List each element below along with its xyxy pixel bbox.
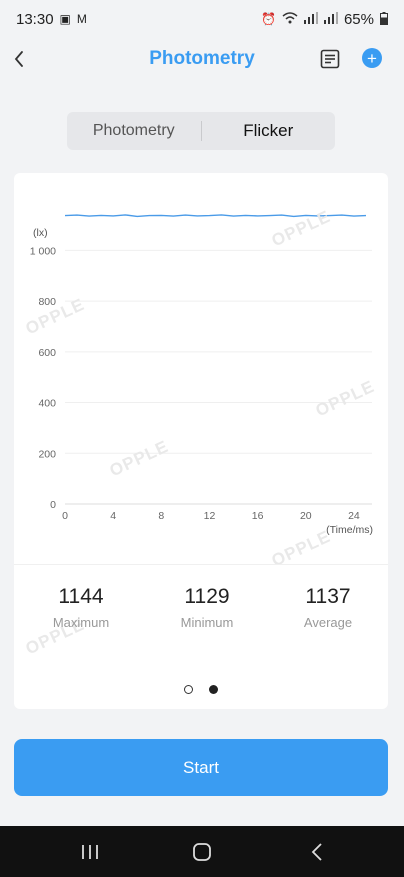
system-nav-bar (0, 826, 404, 877)
home-icon (193, 843, 211, 861)
stat-average: 1137 Average (273, 585, 383, 630)
battery-text: 65% (343, 10, 374, 28)
page-indicator (14, 685, 388, 694)
x-tick-label: 0 (62, 510, 68, 522)
wifi-icon (282, 12, 298, 26)
status-left: 13:30 ▣ M (16, 11, 87, 28)
signal-icon (303, 12, 318, 26)
status-time: 13:30 (16, 10, 54, 28)
document-list-icon (320, 49, 340, 69)
image-notification-icon: ▣ (59, 12, 71, 26)
y-axis-label: (lx) (33, 227, 48, 239)
add-button[interactable]: + (362, 48, 382, 68)
tab-flicker[interactable]: Flicker (202, 121, 336, 141)
x-tick-label: 4 (110, 510, 116, 522)
start-button[interactable]: Start (14, 739, 388, 796)
recent-apps-button[interactable] (77, 839, 103, 865)
battery-icon (380, 11, 388, 27)
records-button[interactable] (318, 47, 342, 71)
stat-minimum: 1129 Minimum (152, 585, 262, 630)
app-header: Photometry + (0, 38, 404, 80)
stat-label: Average (303, 615, 353, 630)
stat-maximum: 1144 Maximum (26, 585, 136, 630)
x-tick-label: 20 (300, 510, 312, 522)
stat-label: Maximum (52, 615, 110, 630)
x-tick-label: 12 (204, 510, 216, 522)
back-nav-button[interactable] (304, 839, 330, 865)
page-title: Photometry (149, 48, 255, 69)
y-tick-label: 600 (38, 347, 56, 359)
page-dot-1[interactable] (184, 685, 193, 694)
flicker-card: 0 200 400 600 800 1 000 0 4 8 12 16 20 24 (lx) (Time/m… (14, 173, 388, 709)
home-button[interactable] (189, 839, 215, 865)
card-divider (14, 564, 388, 565)
x-tick-label: 16 (252, 510, 264, 522)
recent-apps-icon (82, 845, 98, 859)
plus-icon: + (367, 48, 377, 68)
y-tick-label: 400 (38, 398, 56, 410)
gmail-notification-icon: M (76, 12, 87, 26)
flicker-chart: 02004006008001 0000 4 8 12 16 20 24(lx)(Time/m… (30, 214, 373, 536)
stat-value: 1137 (305, 585, 351, 608)
stat-label: Minimum (180, 615, 234, 630)
x-axis-label: (Time/ms) (326, 524, 373, 536)
status-bar: 13:30 ▣ M ⏰ 65% (0, 0, 404, 38)
status-right: ⏰ 65% (261, 11, 388, 28)
y-tick-label: 0 (50, 499, 56, 511)
mode-segmented-control: Photometry Flicker (67, 112, 335, 150)
signal-icon-2 (323, 12, 338, 26)
y-tick-label: 1 000 (30, 245, 56, 257)
x-tick-label: 8 (158, 510, 164, 522)
tab-photometry[interactable]: Photometry (67, 122, 201, 140)
back-nav-icon (311, 843, 322, 861)
y-tick-label: 200 (38, 448, 56, 460)
stat-value: 1129 (184, 585, 230, 608)
page-dot-2[interactable] (209, 685, 218, 694)
stat-value: 1144 (58, 585, 104, 608)
x-tick-label: 24 (348, 510, 360, 522)
alarm-icon: ⏰ (261, 12, 276, 26)
